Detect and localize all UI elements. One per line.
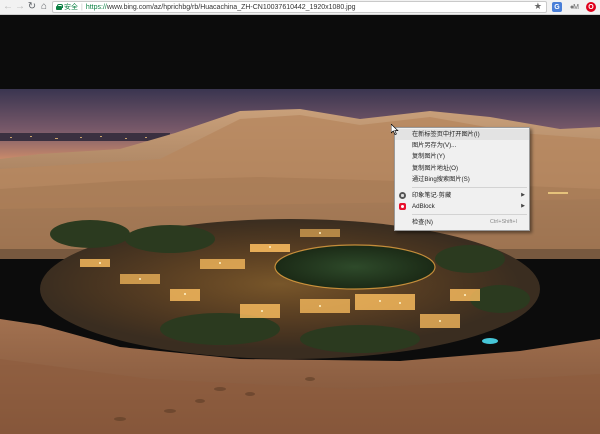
menu-evernote-clipper[interactable]: 印象笔记·剪藏 ▶: [395, 190, 529, 201]
opera-extension-icon[interactable]: O: [586, 2, 596, 12]
menu-item-label: 印象笔记·剪藏: [412, 191, 452, 199]
submenu-arrow-icon: ▶: [521, 203, 525, 210]
menu-item-label: AdBlock: [412, 203, 435, 211]
bookmark-star-icon[interactable]: ★: [534, 1, 542, 12]
security-label: 安全: [64, 4, 78, 11]
menu-item-label: 图片另存为(V)...: [412, 142, 457, 150]
back-arrow-icon[interactable]: ←: [2, 1, 14, 14]
adblock-icon: [399, 203, 406, 211]
menu-search-image-bing[interactable]: 通过Bing搜索图片(S): [395, 174, 529, 185]
forward-arrow-icon[interactable]: →: [14, 1, 26, 14]
menu-item-label: 检查(N): [412, 219, 433, 227]
evernote-icon: [399, 191, 406, 199]
menu-item-label: 在新标签页中打开图片(I): [412, 131, 480, 138]
menu-copy-image[interactable]: 复制图片(Y): [395, 151, 529, 162]
url-scheme: https://: [85, 3, 107, 11]
context-menu: 在新标签页中打开图片(I) 图片另存为(V)... 复制图片(Y) 复制图片地址…: [394, 127, 530, 231]
browser-toolbar: ← → ↻ ⌂ 安全 | https:// www.bing.com/az/hp…: [0, 0, 600, 15]
menu-item-label: 复制图片地址(O): [412, 164, 459, 172]
submenu-arrow-icon: ▶: [521, 191, 525, 198]
menu-inspect[interactable]: 检查(N) Ctrl+Shift+I: [395, 217, 529, 228]
menu-save-image-as[interactable]: 图片另存为(V)...: [395, 140, 529, 151]
translate-extension-icon[interactable]: G: [552, 2, 562, 12]
gmail-extension-icon[interactable]: M: [571, 2, 581, 12]
home-icon[interactable]: ⌂: [38, 1, 50, 14]
url-text: www.bing.com/az/hprichbg/rb/Huacachina_Z…: [106, 3, 356, 11]
menu-separator: [412, 214, 527, 216]
menu-separator: [412, 186, 527, 188]
menu-item-label: 复制图片(Y): [412, 153, 445, 161]
address-separator: |: [81, 3, 83, 11]
mouse-cursor-icon: [391, 124, 399, 135]
reload-icon[interactable]: ↻: [26, 1, 38, 14]
lock-icon: [56, 4, 63, 10]
menu-adblock[interactable]: AdBlock ▶: [395, 201, 529, 212]
menu-item-label: 通过Bing搜索图片(S): [412, 175, 470, 183]
address-bar[interactable]: 安全 | https:// www.bing.com/az/hprichbg/r…: [52, 1, 547, 13]
menu-shortcut: Ctrl+Shift+I: [490, 219, 517, 226]
menu-open-image-new-tab[interactable]: 在新标签页中打开图片(I): [395, 129, 529, 141]
menu-copy-image-address[interactable]: 复制图片地址(O): [395, 163, 529, 174]
